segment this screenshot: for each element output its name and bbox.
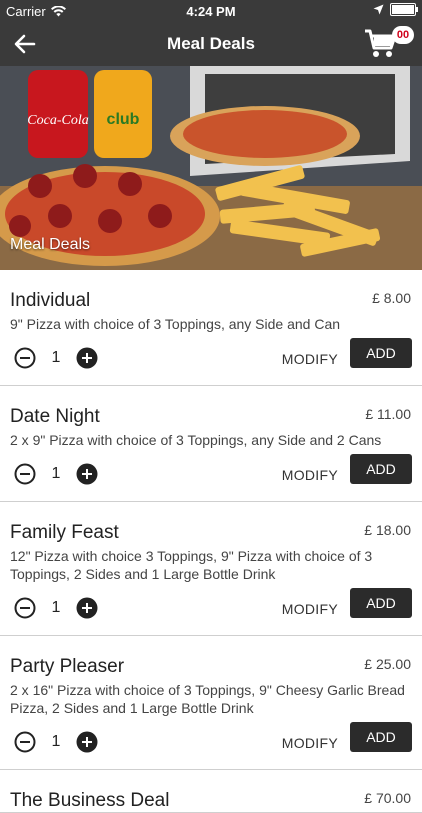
item-description: 9" Pizza with choice of 3 Toppings, any … xyxy=(10,316,341,332)
item-name: Individual xyxy=(10,290,91,311)
list-item-date-night: Date Night £ 11.00 2 x 9" Pizza with cho… xyxy=(0,386,422,502)
item-controls: 1 MODIFY ADD xyxy=(10,587,412,635)
list-item-business-deal: The Business Deal £ 70.00 xyxy=(0,770,422,813)
meal-deal-list: Individual £ 8.00 9" Pizza with choice o… xyxy=(0,270,422,813)
item-name: The Business Deal xyxy=(10,790,170,811)
list-item-individual: Individual £ 8.00 9" Pizza with choice o… xyxy=(0,270,422,386)
status-indicators xyxy=(373,3,418,16)
battery-icon xyxy=(390,3,418,16)
item-controls: 1 MODIFY ADD xyxy=(10,721,412,769)
item-description: 2 x 9" Pizza with choice of 3 Toppings, … xyxy=(10,432,382,448)
modify-button[interactable]: MODIFY xyxy=(282,601,338,617)
svg-text:club: club xyxy=(107,111,140,128)
item-price: £ 8.00 xyxy=(372,290,411,306)
status-bar: Carrier 4:24 PM xyxy=(0,0,422,22)
modify-button[interactable]: MODIFY xyxy=(282,351,338,367)
list-item-family-feast: Family Feast £ 18.00 12" Pizza with choi… xyxy=(0,502,422,636)
hero-banner: Coca-Cola club Meal Deals xyxy=(0,66,422,270)
item-name: Family Feast xyxy=(10,522,119,543)
minus-circle-icon[interactable] xyxy=(14,463,36,485)
cart-count-badge: 00 xyxy=(392,26,414,44)
plus-circle-icon[interactable] xyxy=(76,463,98,485)
item-price: £ 18.00 xyxy=(364,522,411,538)
status-time: 4:24 PM xyxy=(186,4,236,19)
quantity-stepper: 1 xyxy=(14,463,98,485)
item-description: 2 x 16" Pizza with choice of 3 Toppings,… xyxy=(10,682,405,716)
location-arrow-icon xyxy=(373,4,384,15)
quantity-value: 1 xyxy=(51,465,61,482)
navigation-bar: Meal Deals 00 xyxy=(0,22,422,66)
minus-circle-icon[interactable] xyxy=(14,597,36,619)
quantity-value: 1 xyxy=(51,733,61,750)
quantity-value: 1 xyxy=(51,599,61,616)
quantity-stepper: 1 xyxy=(14,597,98,619)
plus-circle-icon[interactable] xyxy=(76,597,98,619)
plus-circle-icon[interactable] xyxy=(76,347,98,369)
quantity-value: 1 xyxy=(51,349,61,366)
svg-text:Coca-Cola: Coca-Cola xyxy=(27,113,88,128)
minus-circle-icon[interactable] xyxy=(14,347,36,369)
item-description: 12" Pizza with choice 3 Toppings, 9" Piz… xyxy=(10,548,373,582)
modify-button[interactable]: MODIFY xyxy=(282,467,338,483)
item-controls: 1 MODIFY ADD xyxy=(10,337,412,385)
page-title: Meal Deals xyxy=(167,34,255,53)
add-button[interactable]: ADD xyxy=(350,338,412,368)
item-name: Party Pleaser xyxy=(10,656,125,677)
item-price: £ 70.00 xyxy=(364,790,411,806)
item-controls: 1 MODIFY ADD xyxy=(10,453,412,501)
add-button[interactable]: ADD xyxy=(350,454,412,484)
add-button[interactable]: ADD xyxy=(350,722,412,752)
modify-button[interactable]: MODIFY xyxy=(282,735,338,751)
item-name: Date Night xyxy=(10,406,100,427)
add-button[interactable]: ADD xyxy=(350,588,412,618)
item-price: £ 25.00 xyxy=(364,656,411,672)
hero-caption: Meal Deals xyxy=(10,236,91,253)
quantity-stepper: 1 xyxy=(14,347,98,369)
item-price: £ 11.00 xyxy=(365,406,411,422)
